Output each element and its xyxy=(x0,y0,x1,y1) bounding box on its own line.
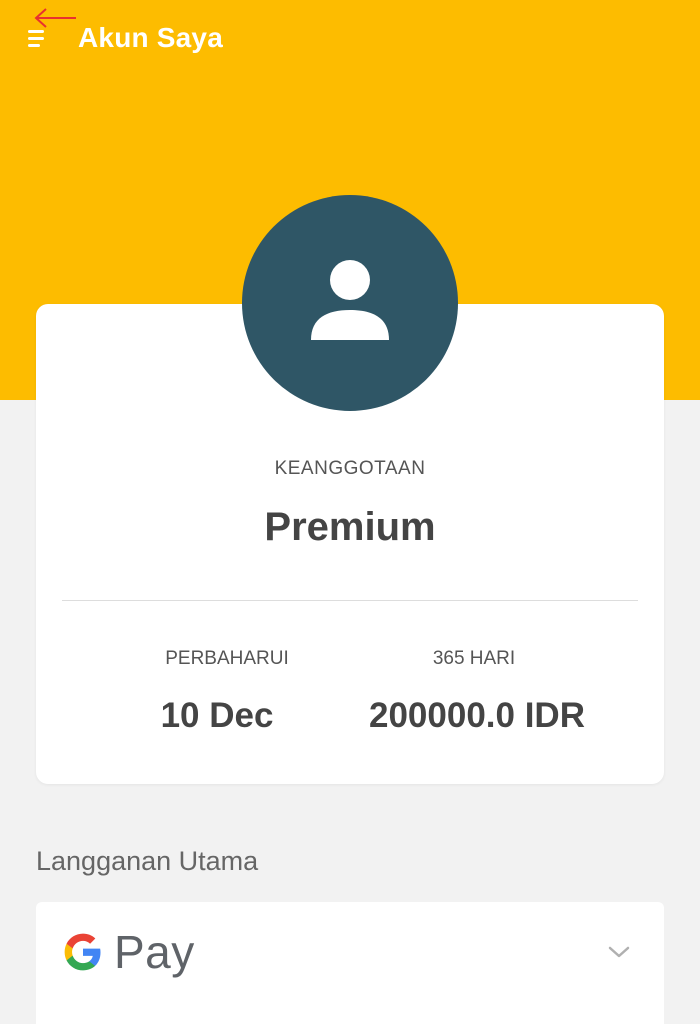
google-g-icon xyxy=(64,933,101,971)
membership-label: KEANGGOTAAN xyxy=(274,458,426,479)
top-app-bar: Akun Saya xyxy=(0,0,700,80)
section-title-main-subscription: Langganan Utama xyxy=(36,846,259,876)
chevron-down-icon[interactable] xyxy=(606,942,632,962)
google-pay-logo: Pay xyxy=(62,924,195,980)
price-value: 200000.0 IDR xyxy=(369,696,585,735)
avatar[interactable] xyxy=(242,195,458,411)
page-title: Akun Saya xyxy=(78,22,223,53)
account-screen: Akun Saya KEANGGOTAAN Premium PERBAHARUI… xyxy=(0,0,700,1024)
membership-value: Premium xyxy=(264,505,436,549)
payment-method-name: Pay xyxy=(114,926,195,978)
user-icon xyxy=(311,260,389,340)
renew-date: 10 Dec xyxy=(160,696,274,735)
card-divider xyxy=(62,600,638,601)
back-arrow-overlay-icon xyxy=(34,8,76,28)
renew-label: PERBAHARUI xyxy=(165,648,289,669)
period-label: 365 HARI xyxy=(432,648,516,669)
